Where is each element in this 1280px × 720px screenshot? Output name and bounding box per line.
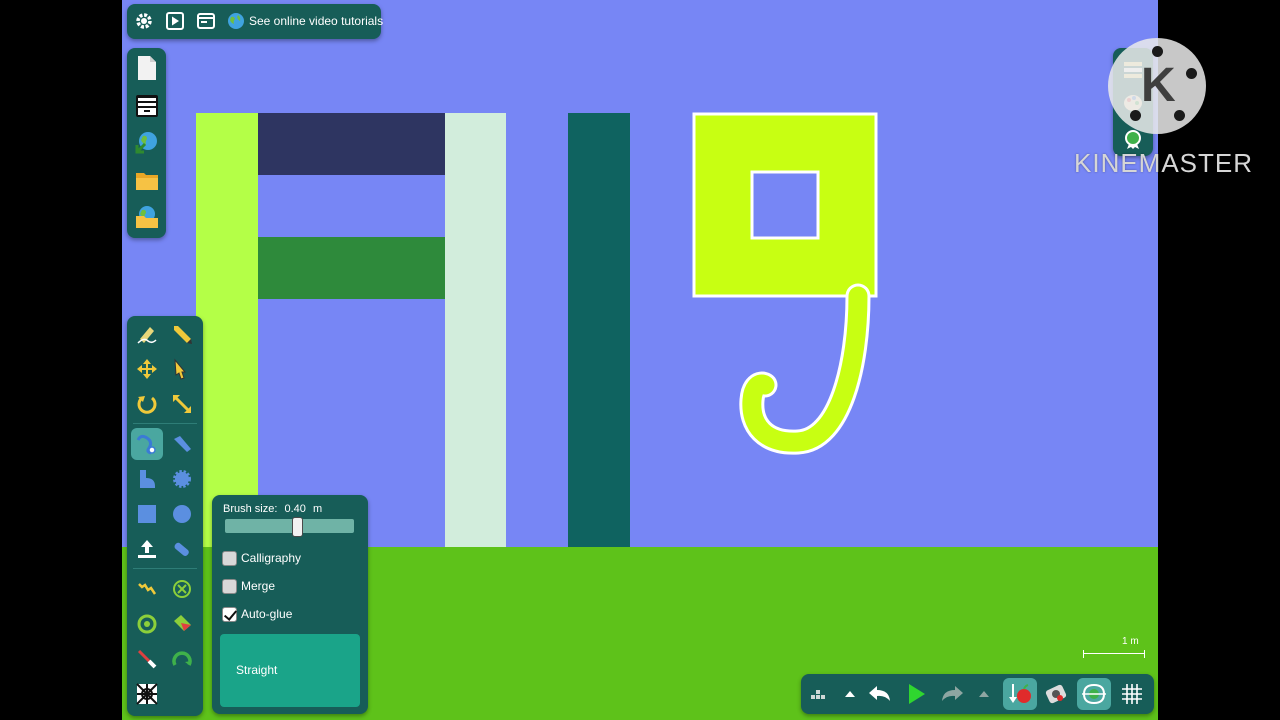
camera-icon[interactable] (1041, 679, 1071, 709)
drag-hand-icon[interactable] (167, 354, 197, 384)
green-bar-shape[interactable] (258, 237, 445, 299)
move-icon[interactable] (132, 354, 162, 384)
window-icon[interactable] (192, 7, 220, 35)
merge-option[interactable]: Merge (222, 577, 275, 595)
tracer-icon[interactable] (167, 534, 197, 564)
box-icon[interactable] (132, 499, 162, 529)
brush-size-slider[interactable] (225, 519, 354, 533)
play-icon[interactable] (901, 679, 931, 709)
grid-icon[interactable] (1117, 679, 1147, 709)
scale-label: 1 m (1122, 636, 1139, 647)
circle-icon[interactable] (167, 499, 197, 529)
folder-icon[interactable] (132, 166, 162, 196)
gear-icon[interactable] (130, 7, 158, 35)
kinemaster-k-glyph: K (1141, 59, 1176, 112)
lime-bar-shape[interactable] (196, 113, 258, 547)
play-video-icon[interactable] (161, 7, 189, 35)
brush-size-label: Brush size: 0.40 m (223, 503, 322, 515)
archive-box-icon[interactable] (132, 91, 162, 121)
paint-icon[interactable] (167, 609, 197, 639)
tutorials-link[interactable]: See online video tutorials (249, 14, 383, 28)
axle-icon[interactable] (132, 609, 162, 639)
top-toolbar: See online video tutorials (127, 4, 383, 39)
calligraphy-label: Calligraphy (241, 551, 302, 565)
auto-glue-option[interactable]: Auto-glue (222, 605, 292, 623)
snap-icon[interactable] (1077, 678, 1111, 710)
straight-button[interactable]: Straight (220, 634, 360, 707)
rotate-icon[interactable] (132, 389, 162, 419)
hinge-icon[interactable] (167, 644, 197, 674)
thruster-icon[interactable] (132, 534, 162, 564)
auto-glue-label: Auto-glue (241, 607, 293, 621)
gravity-icon[interactable] (1003, 678, 1037, 710)
kinemaster-watermark: KINEMASTER (1074, 148, 1254, 178)
new-file-icon[interactable] (132, 53, 162, 83)
layers-icon[interactable] (803, 679, 833, 709)
merge-label: Merge (241, 579, 276, 593)
teal-bar-shape[interactable] (568, 113, 630, 547)
brush-size-unit: m (312, 503, 323, 515)
navy-bar-shape[interactable] (258, 113, 445, 175)
auto-glue-checkbox[interactable] (222, 606, 237, 622)
up-arrow-icon-2[interactable] (969, 679, 999, 709)
bottom-toolbar (801, 674, 1154, 714)
scale-icon[interactable] (167, 389, 197, 419)
redo-icon[interactable] (937, 679, 967, 709)
spring-icon[interactable] (132, 574, 162, 604)
spline-draw-icon[interactable] (131, 428, 163, 460)
up-arrow-icon[interactable] (835, 679, 865, 709)
polygon-icon[interactable] (132, 464, 162, 494)
calligraphy-option[interactable]: Calligraphy (222, 549, 301, 567)
yellow-nine-shape[interactable] (690, 110, 882, 455)
brush-size-slider-handle[interactable] (291, 517, 303, 537)
sketch-icon[interactable] (132, 319, 162, 349)
hypno-icon[interactable] (132, 679, 162, 709)
save-icon[interactable] (132, 202, 162, 232)
tools-panel (127, 316, 203, 716)
brush-size-value: 0.40 (284, 503, 306, 515)
calligraphy-checkbox[interactable] (222, 550, 237, 566)
kinemaster-logo: K (1108, 38, 1206, 134)
brush-size-caption: Brush size: (223, 503, 278, 515)
gear-wheel-icon[interactable] (167, 464, 197, 494)
laser-icon[interactable] (132, 644, 162, 674)
fixate-icon[interactable] (167, 574, 197, 604)
mint-bar-shape[interactable] (445, 113, 506, 547)
knife-icon[interactable] (167, 429, 197, 459)
merge-checkbox[interactable] (222, 578, 237, 594)
file-panel (127, 48, 166, 238)
globe-export-icon[interactable] (132, 127, 162, 157)
pencil-icon[interactable] (167, 319, 197, 349)
scale-bar (1083, 650, 1145, 658)
globe-icon[interactable] (224, 7, 248, 35)
brush-options-panel: Brush size: 0.40 m Calligraphy Merge Aut… (212, 495, 368, 714)
undo-icon[interactable] (865, 679, 895, 709)
